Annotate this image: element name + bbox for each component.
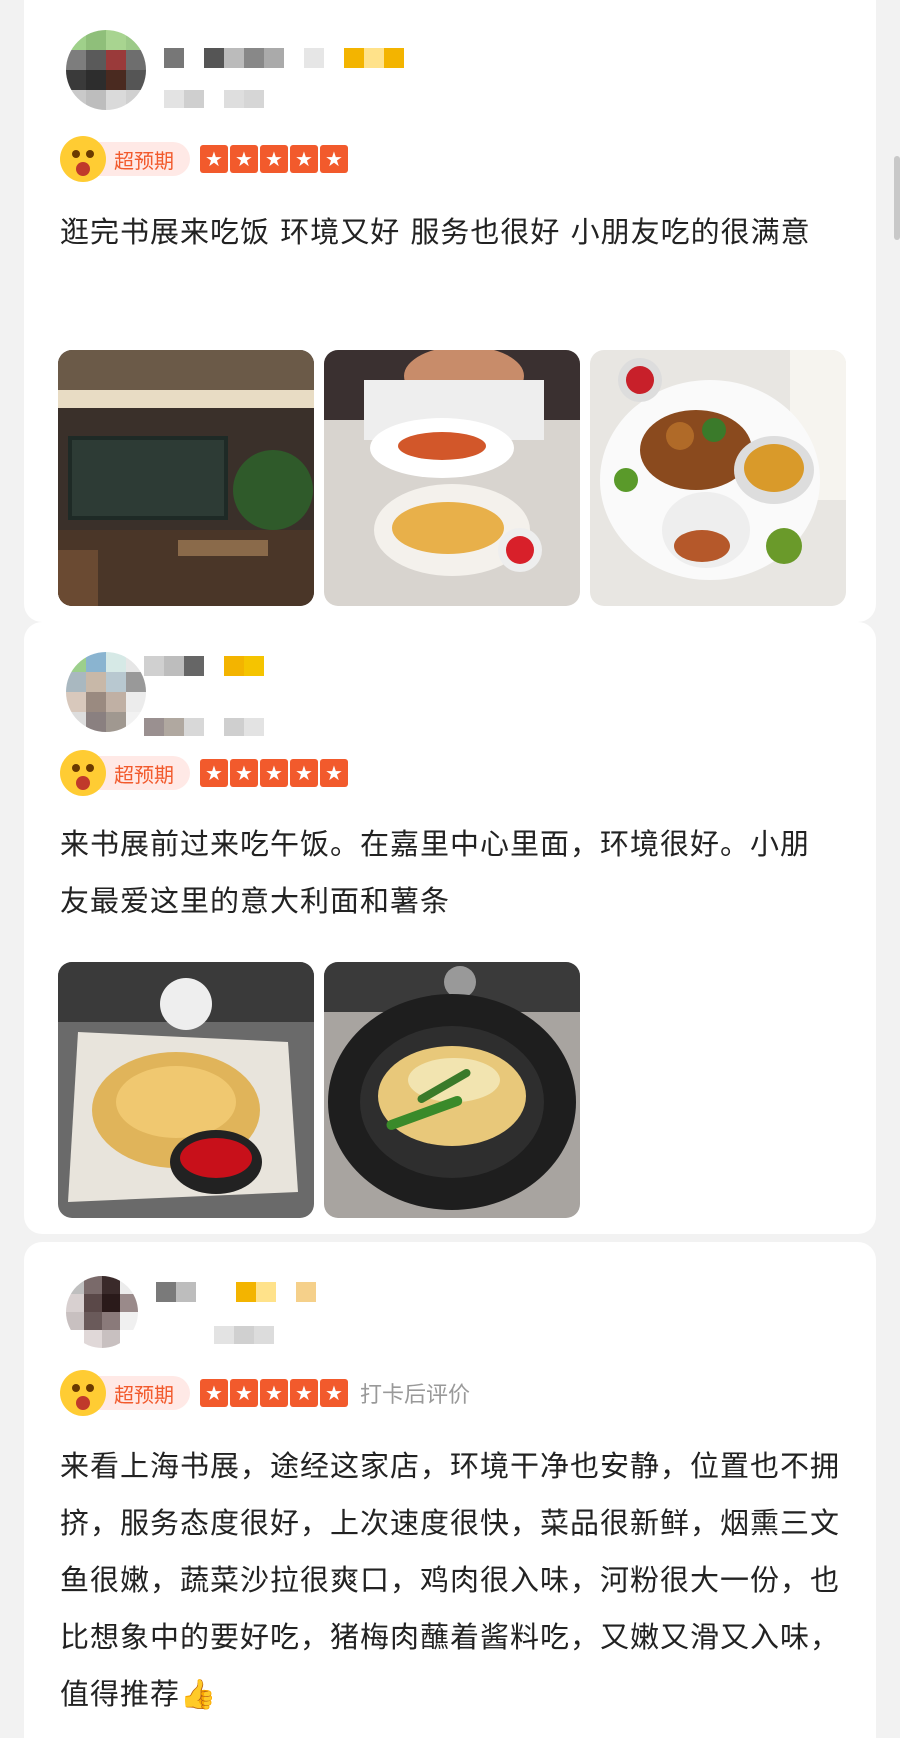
star-rating: ★ ★ ★ ★ ★	[200, 145, 348, 173]
review-text[interactable]: 来看上海书展，途经这家店，环境干净也安静，位置也不拥挤，服务态度很好，上次速度很…	[60, 1438, 850, 1723]
star-icon: ★	[200, 1379, 228, 1407]
avatar[interactable]	[66, 30, 146, 110]
review-photo-restaurant-interior[interactable]	[58, 350, 314, 606]
surprised-emoji-icon	[60, 1370, 106, 1416]
star-icon: ★	[320, 1379, 348, 1407]
expectation-badge: 超预期	[94, 1376, 190, 1410]
review-card: 超预期 ★ ★ ★ ★ ★ 逛完书展来吃饭 环境又好 服务也很好 小朋友吃的很满…	[24, 0, 876, 622]
expectation-badge: 超预期	[94, 756, 190, 790]
review-text[interactable]: 来书展前过来吃午饭。在嘉里中心里面，环境很好。小朋友最爱这里的意大利面和薯条	[60, 816, 820, 930]
star-rating: ★ ★ ★ ★ ★	[200, 759, 348, 787]
review-card: 超预期 ★ ★ ★ ★ ★ 来书展前过来吃午饭。在嘉里中心里面，环境很好。小朋友…	[24, 622, 876, 1234]
user-meta-blurred	[144, 718, 264, 736]
star-icon: ★	[260, 759, 288, 787]
review-photo-penne-pasta[interactable]	[324, 962, 580, 1218]
star-icon: ★	[320, 759, 348, 787]
rating-row: 超预期 ★ ★ ★ ★ ★	[60, 136, 348, 182]
checkin-label: 打卡后评价	[360, 1383, 471, 1408]
surprised-emoji-icon	[60, 750, 106, 796]
user-meta-blurred	[164, 90, 264, 108]
star-icon: ★	[290, 759, 318, 787]
star-icon: ★	[230, 1379, 258, 1407]
star-rating: ★ ★ ★ ★ ★	[200, 1379, 348, 1407]
review-text[interactable]: 逛完书展来吃饭 环境又好 服务也很好 小朋友吃的很满意	[60, 204, 850, 261]
star-icon: ★	[200, 145, 228, 173]
rating-row: 超预期 ★ ★ ★ ★ ★ 打卡后评价	[60, 1370, 470, 1416]
surprised-emoji-icon	[60, 136, 106, 182]
username-blurred[interactable]	[156, 1282, 316, 1302]
star-icon: ★	[320, 145, 348, 173]
star-icon: ★	[230, 759, 258, 787]
review-photo-fries-with-ketchup[interactable]	[58, 962, 314, 1218]
review-card: 超预期 ★ ★ ★ ★ ★ 打卡后评价 来看上海书展，途经这家店，环境干净也安静…	[24, 1242, 876, 1738]
rating-row: 超预期 ★ ★ ★ ★ ★	[60, 750, 348, 796]
review-feed: 超预期 ★ ★ ★ ★ ★ 逛完书展来吃饭 环境又好 服务也很好 小朋友吃的很满…	[0, 0, 900, 1738]
avatar[interactable]	[66, 1276, 138, 1348]
user-meta-blurred	[214, 1326, 274, 1344]
star-icon: ★	[200, 759, 228, 787]
star-icon: ★	[230, 145, 258, 173]
review-photo-child-eating-pasta[interactable]	[324, 350, 580, 606]
review-photo-fried-chicken-plate[interactable]	[590, 350, 846, 606]
star-icon: ★	[290, 145, 318, 173]
username-blurred[interactable]	[144, 656, 264, 676]
star-icon: ★	[290, 1379, 318, 1407]
star-icon: ★	[260, 145, 288, 173]
username-blurred[interactable]	[164, 48, 404, 68]
scrollbar-thumb[interactable]	[894, 156, 900, 240]
avatar[interactable]	[66, 652, 146, 732]
expectation-badge: 超预期	[94, 142, 190, 176]
star-icon: ★	[260, 1379, 288, 1407]
